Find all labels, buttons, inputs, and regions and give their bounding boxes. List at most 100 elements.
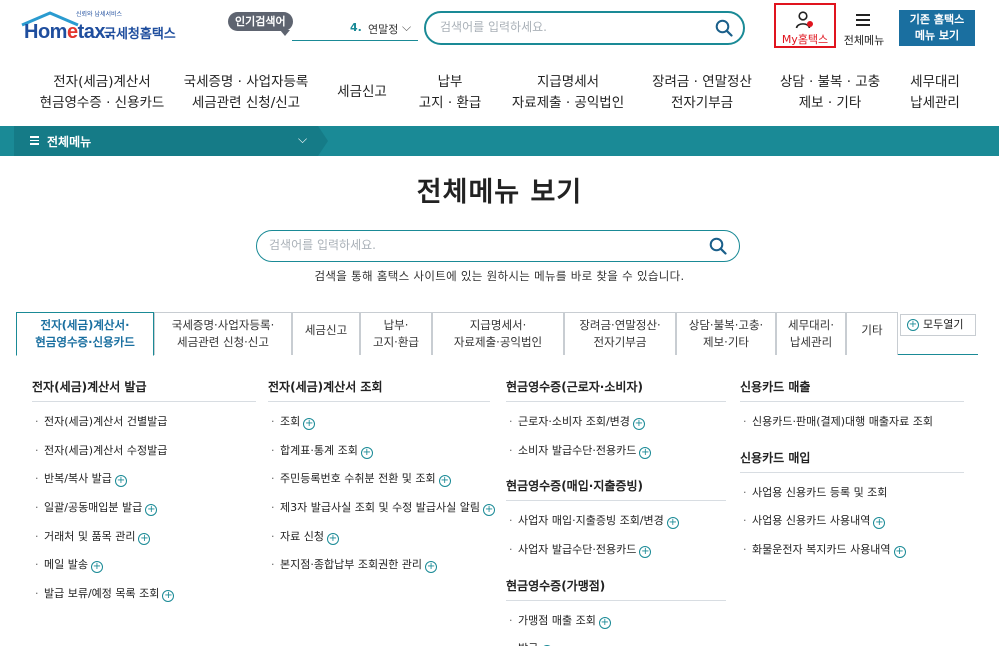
plus-circle-icon[interactable]: + — [873, 517, 886, 530]
menu-item[interactable]: 가맹점 매출 조회+ — [506, 607, 726, 636]
plus-circle-icon[interactable]: + — [145, 504, 158, 517]
menu-item-label: 본지점·종합납부 조회권한 관리 — [280, 558, 423, 572]
menu-item[interactable]: 합계표·통계 조회+ — [268, 437, 490, 466]
header-search-input[interactable] — [440, 20, 700, 34]
menu-item-label: 주민등록번호 수취분 전환 및 조회 — [280, 472, 436, 486]
menu-item[interactable]: 전자(세금)계산서 수정발급 — [32, 437, 256, 466]
menu-item[interactable]: 반복/복사 발급+ — [32, 465, 256, 494]
tab-certificate[interactable]: 국세증명·사업자등록· 세금관련 신청·신고 — [154, 312, 292, 355]
menu-item[interactable]: 화물운전자 복지카드 사용내역+ — [740, 536, 964, 565]
menu-item[interactable]: 전자(세금)계산서 건별발급 — [32, 408, 256, 437]
menu-item[interactable]: 신용카드·판매(결제)대행 매출자료 조회 — [740, 408, 964, 437]
user-icon — [795, 11, 813, 29]
tab-incentive[interactable]: 장려금·연말정산· 전자기부금 — [564, 312, 676, 355]
menu-item-label: 가맹점 매출 조회 — [518, 613, 596, 627]
menu-item[interactable]: 메일 발송+ — [32, 551, 256, 580]
menu-item[interactable]: 사업자 매입·지출증빙 조회/변경+ — [506, 507, 726, 536]
plus-circle-icon[interactable]: + — [303, 418, 316, 430]
plus-circle-icon[interactable]: + — [162, 590, 175, 603]
menu-item-label: 사업자 매입·지출증빙 조회/변경 — [518, 514, 664, 528]
gnb-item-certificate[interactable]: 국세증명 · 사업자등록 세금관련 신청/신고 — [182, 72, 310, 114]
menu-item[interactable]: 사업용 신용카드 사용내역+ — [740, 507, 964, 536]
menu-section-title[interactable]: 신용카드 매출 — [740, 378, 964, 402]
hometax-logo[interactable]: 신뢰와 납세서비스 Hometax. 국세청홈택스 — [18, 9, 180, 45]
tab-tax-agent[interactable]: 세무대리· 납세관리 — [776, 312, 846, 355]
legacy-menu-button[interactable]: 기존 홈택스 메뉴 보기 — [899, 10, 975, 46]
menu-item[interactable]: 사업용 신용카드 등록 및 조회 — [740, 479, 964, 508]
all-menu-button[interactable]: 전체메뉴 — [840, 8, 888, 48]
tab-payment[interactable]: 납부· 고지·환급 — [360, 312, 432, 355]
tab-e-invoice[interactable]: 전자(세금)계산서· 현금영수증·신용카드 — [16, 312, 154, 356]
menu-item-label: 소비자 발급수단·전용카드 — [518, 443, 637, 457]
gnb-item-tax-return[interactable]: 세금신고 — [330, 82, 394, 103]
my-hometax-button[interactable]: My홈택스 — [774, 3, 836, 48]
plus-circle-icon[interactable]: + — [483, 504, 496, 517]
tab-etc[interactable]: 기타 — [846, 312, 898, 355]
popular-keyword-select[interactable]: 4. 연말정산 ⌵ — [292, 20, 418, 41]
menu-column: 현금영수증(근로자·소비자)근로자·소비자 조회/변경+소비자 발급수단·전용카… — [506, 378, 726, 646]
plus-circle-icon[interactable]: + — [893, 546, 906, 559]
menu-item[interactable]: 발급 보류/예정 목록 조회+ — [32, 580, 256, 609]
gnb-item-payment-statement[interactable]: 지급명세서 자료제출 · 공익법인 — [506, 72, 630, 114]
plus-circle-icon[interactable]: + — [632, 418, 645, 430]
menu-item[interactable]: 사업자 발급수단·전용카드+ — [506, 536, 726, 565]
menu-item[interactable]: 제3자 발급사실 조회 및 수정 발급사실 알림+ — [268, 494, 496, 523]
menu-item-label: 반복/복사 발급 — [44, 472, 112, 486]
menu-item[interactable]: 거래처 및 품목 관리+ — [32, 523, 256, 552]
gnb-item-incentive[interactable]: 장려금 · 연말정산 전자기부금 — [646, 72, 758, 114]
gnb-item-tax-agent[interactable]: 세무대리 납세관리 — [900, 72, 970, 114]
menu-item[interactable]: 소비자 발급수단·전용카드+ — [506, 437, 726, 466]
plus-circle-icon[interactable]: + — [90, 561, 103, 574]
menu-item[interactable]: 자료 신청+ — [268, 523, 490, 552]
menu-item-label: 근로자·소비자 조회/변경 — [518, 415, 630, 428]
menu-section-title[interactable]: 현금영수증(가맹점) — [506, 577, 726, 601]
menu-item[interactable]: 주민등록번호 수취분 전환 및 조회+ — [268, 465, 490, 494]
location-dropdown[interactable]: 전체메뉴 ⌵ — [14, 126, 328, 156]
menu-section-title[interactable]: 전자(세금)계산서 조회 — [268, 378, 490, 402]
chevron-down-icon: ⌵ — [298, 132, 308, 146]
popular-search-badge: 인기검색어 — [228, 12, 293, 36]
menu-item-label: 일괄/공동매입분 발급 — [44, 501, 143, 515]
plus-circle-icon[interactable]: + — [438, 475, 451, 488]
menu-column: 신용카드 매출신용카드·판매(결제)대행 매출자료 조회신용카드 매입사업용 신… — [740, 378, 964, 565]
search-hint: 검색을 통해 홈택스 사이트에 있는 원하시는 메뉴를 바로 찾을 수 있습니다… — [314, 269, 685, 283]
menu-item[interactable]: 본지점·종합납부 조회권한 관리+ — [268, 551, 490, 580]
menu-item[interactable]: 근로자·소비자 조회/변경+ — [506, 408, 726, 437]
menu-item[interactable]: 조회+ — [268, 408, 490, 437]
menu-item-label: 신용카드·판매(결제)대행 매출자료 조회 — [752, 415, 933, 428]
menu-section-title[interactable]: 신용카드 매입 — [740, 449, 964, 473]
plus-circle-icon[interactable]: + — [666, 517, 679, 530]
location-bar: 전체메뉴 ⌵ — [0, 126, 999, 156]
menu-section-title[interactable]: 현금영수증(매입·지출증빙) — [506, 477, 726, 502]
logo-brand: Hometax. — [24, 21, 111, 43]
search-icon[interactable] — [715, 19, 733, 37]
plus-circle-icon[interactable]: + — [639, 446, 652, 459]
tab-consult[interactable]: 상담·불복·고충· 제보·기타 — [676, 312, 776, 355]
menu-item-label: 사업자 발급수단·전용카드 — [518, 543, 637, 557]
menu-item-label: 합계표·통계 조회 — [280, 443, 358, 457]
menu-item-label: 거래처 및 품목 관리 — [44, 529, 136, 543]
plus-circle-icon[interactable]: + — [326, 532, 339, 545]
gnb-item-consult[interactable]: 상담 · 불복 · 고충 제보 · 기타 — [776, 72, 884, 114]
menu-item-label: 자료 신청 — [280, 529, 324, 543]
global-nav: 전자(세금)계산서 현금영수증 · 신용카드 국세증명 · 사업자등록 세금관련… — [0, 60, 999, 126]
plus-circle-icon[interactable]: + — [360, 446, 373, 459]
menu-section-title[interactable]: 현금영수증(근로자·소비자) — [506, 378, 726, 402]
gnb-item-payment[interactable]: 납부 고지 · 환급 — [412, 72, 488, 114]
tab-payment-statement[interactable]: 지급명세서· 자료제출·공익법인 — [432, 312, 564, 355]
menu-item[interactable]: 일괄/공동매입분 발급+ — [32, 494, 256, 523]
menu-section-title[interactable]: 전자(세금)계산서 발급 — [32, 378, 256, 402]
plus-circle-icon[interactable]: + — [598, 616, 611, 629]
search-icon[interactable] — [709, 237, 727, 255]
plus-circle-icon[interactable]: + — [114, 475, 127, 488]
expand-all-button[interactable]: + 모두열기 — [900, 314, 976, 336]
gnb-item-e-invoice[interactable]: 전자(세금)계산서 현금영수증 · 신용카드 — [30, 72, 174, 114]
plus-circle-icon[interactable]: + — [425, 561, 438, 574]
plus-circle-icon[interactable]: + — [138, 532, 151, 545]
menu-search-input[interactable] — [269, 238, 689, 252]
tab-tax-return[interactable]: 세금신고 — [292, 312, 360, 355]
plus-circle-icon[interactable]: + — [639, 546, 652, 559]
menu-item[interactable]: 발급+ — [506, 635, 726, 646]
menu-item-label: 조회 — [280, 415, 301, 428]
